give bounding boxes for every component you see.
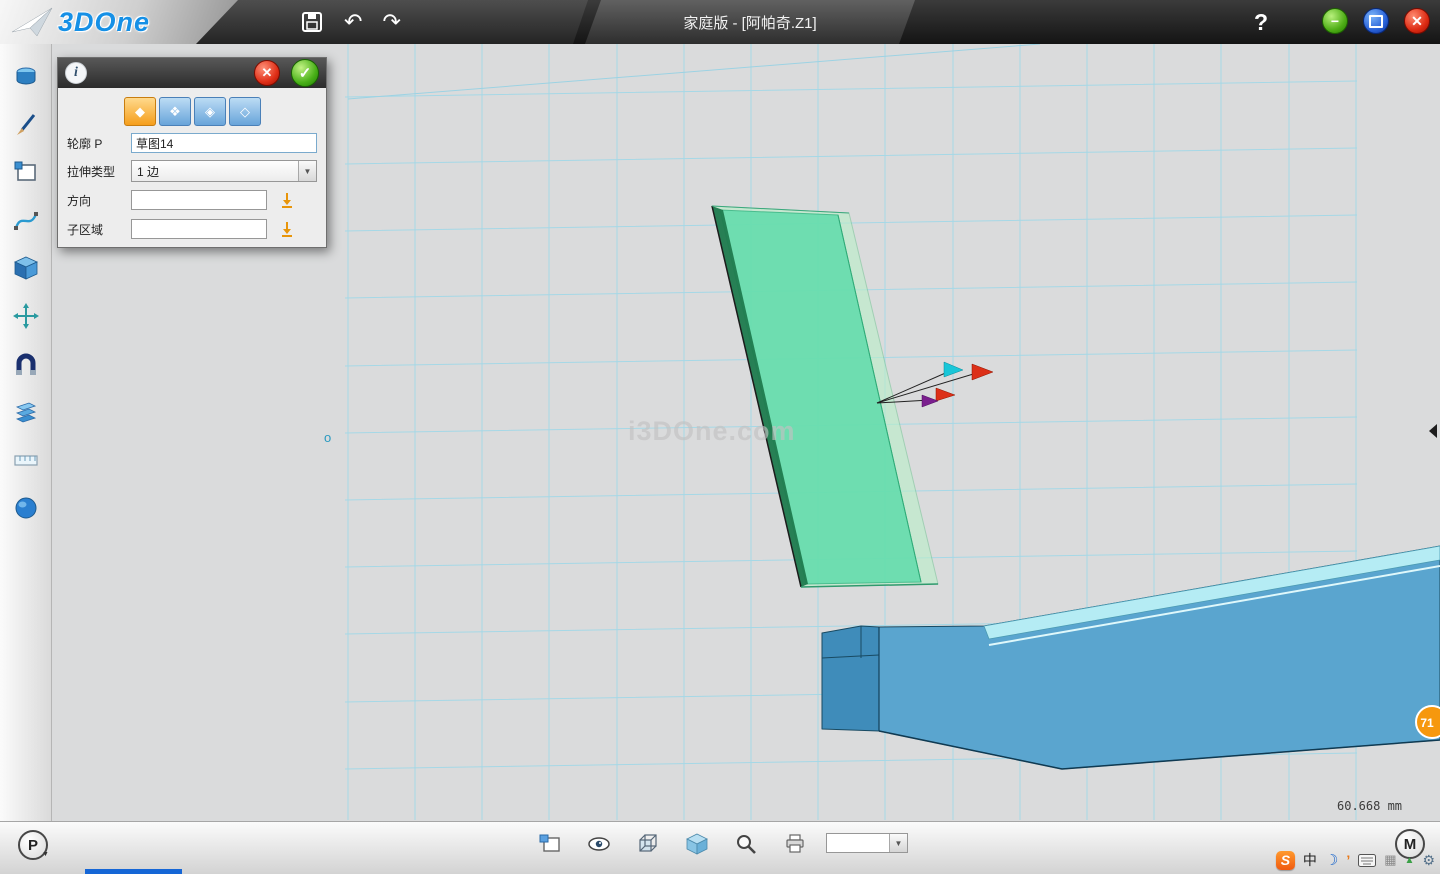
zoom-button[interactable] [728, 827, 764, 861]
direction-row: 方向 [67, 189, 317, 211]
shaded-view-button[interactable] [679, 827, 715, 861]
render-tool-button[interactable] [10, 492, 42, 523]
subregion-label: 子区域 [67, 221, 131, 238]
curve-tool-button[interactable] [10, 204, 42, 235]
material-tool-button[interactable] [10, 60, 42, 91]
move-icon [12, 302, 40, 330]
extrude-type-value: 1 边 [132, 163, 159, 180]
chevron-down-icon[interactable]: ▼ [889, 834, 907, 852]
ime-grid-icon[interactable]: ▦ [1384, 852, 1396, 868]
ime-toolbar: S 中 ☽ ’ ▦ ▲ ⚙ [1276, 849, 1435, 871]
window-controls: − ✕ [1322, 8, 1430, 34]
wireframe-cube-icon [636, 832, 660, 856]
keyboard-icon[interactable] [1358, 854, 1376, 867]
origin-marker: o [324, 430, 331, 445]
direction-label: 方向 [67, 192, 131, 209]
chevron-down-icon[interactable]: ▼ [298, 161, 316, 181]
subregion-row: 子区域 [67, 218, 317, 240]
notification-badge[interactable]: 71 [1416, 706, 1440, 738]
extrude-type-label: 拉伸类型 [67, 163, 131, 180]
brush-icon [12, 110, 40, 138]
sketch-icon [12, 158, 40, 186]
magnifier-icon [735, 833, 757, 855]
profile-row: 轮廓 P [67, 133, 317, 153]
print-button[interactable] [777, 827, 813, 861]
brush-tool-button[interactable] [10, 108, 42, 139]
extrude-type-select[interactable]: 1 边 ▼ [131, 160, 317, 182]
material-icon [12, 62, 40, 90]
pick-arrow-icon [279, 192, 295, 208]
show-plane-button[interactable] [532, 827, 568, 861]
titlebar-center-segment: 家庭版 - [阿帕奇.Z1] [585, 0, 915, 44]
extrude-type-row: 拉伸类型 1 边 ▼ [67, 160, 317, 182]
datum-plane-icon [539, 834, 561, 854]
minimize-button[interactable]: − [1322, 8, 1348, 34]
visibility-button[interactable] [581, 827, 617, 861]
sphere-icon [12, 494, 40, 522]
extrude-type-buttons: ◆ ❖ ◈ ◇ [124, 97, 326, 126]
extrude-type-2-button[interactable]: ❖ [159, 97, 191, 126]
ruler-icon [12, 446, 40, 474]
restore-button[interactable] [1363, 8, 1389, 34]
ime-language-toggle[interactable]: 中 [1303, 850, 1317, 870]
paper-plane-icon [8, 2, 54, 42]
dialog-header[interactable]: i ✕ ✓ [58, 58, 326, 88]
profile-label: 轮廓 P [67, 135, 131, 152]
watermark: i3DOne.com [628, 416, 796, 446]
sogou-ime-icon[interactable]: S [1276, 851, 1295, 870]
save-icon[interactable] [300, 10, 324, 34]
extrude-dialog: i ✕ ✓ ◆ ❖ ◈ ◇ 轮廓 P 拉伸类型 1 边 ▼ 方向 子区域 [57, 57, 327, 248]
ime-up-icon[interactable]: ▲ [1405, 855, 1415, 866]
taskbar-item-strip[interactable] [85, 869, 182, 874]
snap-tool-button[interactable] [10, 348, 42, 379]
punctuation-toggle-icon[interactable]: ’ [1346, 852, 1350, 868]
ime-settings-icon[interactable]: ⚙ [1422, 852, 1435, 869]
extrude-type-1-button[interactable]: ◆ [124, 97, 156, 126]
extrude-type-3-button[interactable]: ◈ [194, 97, 226, 126]
redo-icon[interactable]: ↷ [382, 0, 400, 44]
subregion-pick-button[interactable] [275, 218, 299, 240]
help-icon[interactable]: ? [1254, 0, 1268, 44]
titlebar: 家庭版 - [阿帕奇.Z1] 3DOne ↶ ↷ ? − ✕ [0, 0, 1440, 44]
magnet-icon [12, 350, 40, 378]
view-scale-combobox[interactable]: ▼ [826, 833, 908, 853]
sketch-tool-button[interactable] [10, 156, 42, 187]
cube-icon [12, 254, 40, 282]
extrude-type-4-button[interactable]: ◇ [229, 97, 261, 126]
layers-icon [12, 398, 40, 426]
subregion-input[interactable] [131, 219, 267, 239]
close-button[interactable]: ✕ [1404, 8, 1430, 34]
pick-arrow-icon [279, 221, 295, 237]
left-toolbar [0, 44, 52, 822]
direction-input[interactable] [131, 190, 267, 210]
info-icon[interactable]: i [65, 62, 87, 84]
cancel-button[interactable]: ✕ [254, 60, 280, 86]
brand-text: 3DOne [58, 7, 150, 38]
chevron-down-icon[interactable]: ▼ [42, 851, 49, 858]
ok-button[interactable]: ✓ [291, 59, 319, 87]
svg-text:71: 71 [1420, 716, 1434, 730]
view-tools [532, 827, 813, 861]
undo-icon[interactable]: ↶ [344, 0, 362, 44]
profile-input[interactable] [131, 133, 317, 153]
move-tool-button[interactable] [10, 300, 42, 331]
direction-pick-button[interactable] [275, 189, 299, 211]
shaded-cube-icon [685, 833, 709, 855]
measure-tool-button[interactable] [10, 444, 42, 475]
dimension-readout: 60.668 mm [1337, 799, 1402, 813]
moon-icon[interactable]: ☽ [1325, 851, 1338, 869]
feature-tool-button[interactable] [10, 252, 42, 283]
wireframe-view-button[interactable] [630, 827, 666, 861]
titlebar-tools: ↶ ↷ [300, 0, 401, 44]
restore-icon [1369, 15, 1383, 28]
eye-icon [587, 835, 611, 853]
printer-icon [784, 833, 806, 855]
assembly-tool-button[interactable] [10, 396, 42, 427]
window-title: 家庭版 - [阿帕奇.Z1] [683, 12, 816, 33]
curve-icon [12, 206, 40, 234]
bottom-toolbar: P ▼ [0, 821, 1440, 874]
